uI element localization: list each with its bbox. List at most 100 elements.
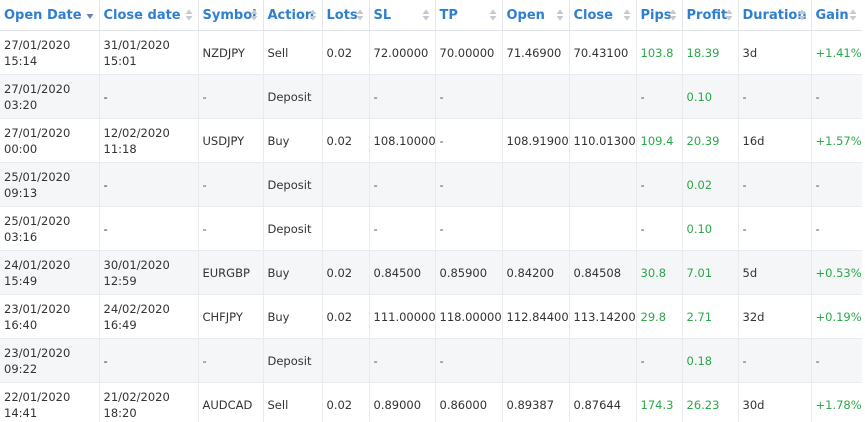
sort-icon[interactable] (489, 8, 497, 22)
time-part: 12:59 (103, 273, 137, 288)
sort-icon[interactable] (185, 8, 193, 22)
cell-open (502, 338, 570, 383)
column-header-label: Action (267, 7, 315, 23)
time-part: 18:20 (103, 405, 137, 420)
date-part: 25/01/2020 (4, 213, 71, 228)
cell-lots (322, 338, 370, 383)
cell-profit: 0.02 (682, 162, 739, 207)
column-header-open-date[interactable]: Open Date (0, 0, 100, 31)
cell-symbol: - (198, 206, 264, 251)
column-header-label: Gain (815, 7, 849, 23)
column-header-symbol[interactable]: Symbol (198, 0, 264, 31)
cell-symbol: - (198, 338, 264, 383)
cell-close-date: - (99, 162, 199, 207)
cell-open-date: 27/01/2020 03:20 (0, 74, 100, 119)
date-part: 12/02/2020 (103, 125, 170, 140)
sort-icon[interactable] (356, 8, 364, 22)
cell-action: Deposit (263, 206, 323, 251)
cell-duration: 3d (738, 30, 812, 75)
cell-duration: 30d (738, 382, 812, 422)
column-header-profit[interactable]: Profit (682, 0, 739, 31)
sort-icon[interactable] (556, 8, 564, 22)
cell-pips: 29.8 (636, 294, 683, 339)
cell-lots: 0.02 (322, 30, 370, 75)
date-part: 30/01/2020 (103, 257, 170, 272)
cell-pips: 103.8 (636, 30, 683, 75)
cell-sl: - (369, 74, 436, 119)
sort-icon[interactable] (849, 8, 857, 22)
cell-action: Deposit (263, 74, 323, 119)
table-row[interactable]: 27/01/2020 00:00 12/02/2020 11:18 USDJPY Buy 0… (0, 118, 862, 163)
cell-lots (322, 74, 370, 119)
table-row[interactable]: 27/01/2020 03:20- - Deposit - - -0.10- - (0, 74, 862, 119)
column-header-label: Symbol (202, 7, 257, 23)
sort-icon[interactable] (250, 8, 258, 22)
table-row[interactable]: 24/01/2020 15:49 30/01/2020 12:59 EURGBP Buy 0… (0, 250, 862, 295)
table-row[interactable]: 23/01/2020 16:40 24/02/2020 16:49 CHFJPY Buy 0… (0, 294, 862, 339)
cell-profit: 0.18 (682, 338, 739, 383)
column-header-pips[interactable]: Pips (636, 0, 683, 31)
date-part: 31/01/2020 (103, 37, 170, 52)
cell-pips: - (636, 338, 683, 383)
sort-icon[interactable] (309, 8, 317, 22)
cell-tp: - (435, 74, 503, 119)
cell-tp: 0.86000 (435, 382, 503, 422)
sort-icon[interactable] (669, 8, 677, 22)
cell-tp: - (435, 338, 503, 383)
date-part: 21/02/2020 (103, 389, 170, 404)
column-header-action[interactable]: Action (263, 0, 323, 31)
table-row[interactable]: 25/01/2020 09:13- - Deposit - - -0.02- - (0, 162, 862, 207)
table-row[interactable]: 25/01/2020 03:16- - Deposit - - -0.10- - (0, 206, 862, 251)
cell-duration: - (738, 338, 812, 383)
cell-close: 0.87644 (569, 382, 637, 422)
column-header-sl[interactable]: SL (369, 0, 436, 31)
time-part: 15:49 (4, 273, 38, 288)
sort-icon[interactable] (725, 8, 733, 22)
sort-icon[interactable] (798, 8, 806, 22)
table-header: Open Date Close date Symbol Action Lots SL TP O… (0, 0, 862, 31)
column-header-tp[interactable]: TP (435, 0, 503, 31)
cell-tp: 0.85900 (435, 250, 503, 295)
column-header-label: SL (373, 7, 392, 23)
cell-lots (322, 206, 370, 251)
cell-action: Sell (263, 30, 323, 75)
column-header-close[interactable]: Close (569, 0, 637, 31)
cell-profit: 7.01 (682, 250, 739, 295)
cell-lots: 0.02 (322, 294, 370, 339)
time-part: 16:40 (4, 317, 38, 332)
cell-gain: +0.19% (811, 294, 862, 339)
date-part: - (103, 353, 108, 368)
column-header-duration[interactable]: Duration (738, 0, 812, 31)
column-header-gain[interactable]: Gain (811, 0, 862, 31)
cell-action: Buy (263, 118, 323, 163)
sort-desc-icon[interactable] (86, 8, 94, 22)
column-header-lots[interactable]: Lots (322, 0, 370, 31)
table-row[interactable]: 23/01/2020 09:22- - Deposit - - -0.18- - (0, 338, 862, 383)
sort-icon[interactable] (623, 8, 631, 22)
cell-open: 0.84200 (502, 250, 570, 295)
cell-lots: 0.02 (322, 250, 370, 295)
cell-close-date: 21/02/2020 18:20 (99, 382, 199, 422)
cell-lots: 0.02 (322, 382, 370, 422)
time-part: 03:20 (4, 97, 38, 112)
cell-gain: - (811, 162, 862, 207)
table-row[interactable]: 27/01/2020 15:14 31/01/2020 15:01 NZDJPY Sell… (0, 30, 862, 75)
trade-history-table-container: Open Date Close date Symbol Action Lots SL TP O… (0, 0, 865, 422)
cell-lots: 0.02 (322, 118, 370, 163)
cell-lots (322, 162, 370, 207)
column-header-close-date[interactable]: Close date (99, 0, 199, 31)
date-part: 23/01/2020 (4, 345, 71, 360)
cell-open-date: 25/01/2020 09:13 (0, 162, 100, 207)
date-part: 25/01/2020 (4, 169, 71, 184)
cell-action: Deposit (263, 162, 323, 207)
column-header-label: Open (506, 7, 545, 23)
date-part: - (103, 177, 108, 192)
sort-icon[interactable] (422, 8, 430, 22)
column-header-open[interactable]: Open (502, 0, 570, 31)
cell-close-date: 30/01/2020 12:59 (99, 250, 199, 295)
header-row: Open Date Close date Symbol Action Lots SL TP O… (0, 0, 862, 31)
table-row[interactable]: 22/01/2020 14:41 21/02/2020 18:20 AUDCAD Sell… (0, 382, 862, 422)
cell-close (569, 74, 637, 119)
cell-close-date: - (99, 74, 199, 119)
cell-close-date: - (99, 338, 199, 383)
